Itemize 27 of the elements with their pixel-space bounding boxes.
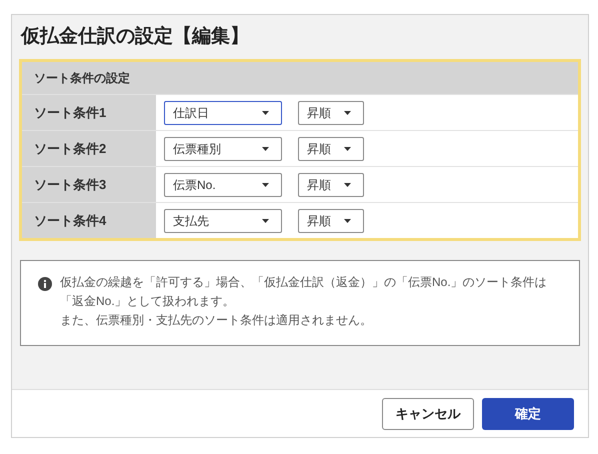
panel-header: ソート条件の設定 (22, 62, 578, 94)
caret-icon (262, 146, 269, 150)
dropdown[interactable]: 伝票種別 (164, 136, 282, 160)
info-icon (38, 277, 52, 291)
row-label: ソート条件2 (22, 131, 156, 166)
dropdown[interactable]: 仕訳日 (164, 100, 282, 124)
dropdown[interactable]: 昇順 (298, 100, 364, 124)
caret-icon (344, 110, 351, 114)
caret-icon (344, 218, 351, 222)
notice-text: また、伝票種別・支払先のソート条件は適用されません。 (60, 312, 373, 329)
caret-icon (262, 182, 269, 186)
dropdown[interactable]: 昇順 (298, 208, 364, 232)
caret-icon (344, 182, 351, 186)
row-label: ソート条件1 (22, 95, 156, 130)
confirm-button[interactable]: 確定 (482, 398, 574, 430)
caret-icon (262, 110, 269, 114)
dropdown[interactable]: 支払先 (164, 208, 282, 232)
dropdown[interactable]: 伝票No. (164, 172, 282, 196)
caret-icon (262, 218, 269, 222)
row-label: ソート条件3 (22, 167, 156, 202)
notice-text: 仮払金の繰越を「許可する」場合、「仮払金仕訳（返金）」の「伝票No.」のソート条件は「返金No.」として扱われます。 (60, 274, 548, 310)
row-label: ソート条件4 (22, 203, 156, 238)
cancel-button[interactable]: キャンセル (382, 398, 474, 430)
dropdown[interactable]: 昇順 (298, 136, 364, 160)
caret-icon (344, 146, 351, 150)
dropdown[interactable]: 昇順 (298, 172, 364, 196)
dialog-title: 仮払金仕訳の設定【編集】 (20, 24, 250, 49)
